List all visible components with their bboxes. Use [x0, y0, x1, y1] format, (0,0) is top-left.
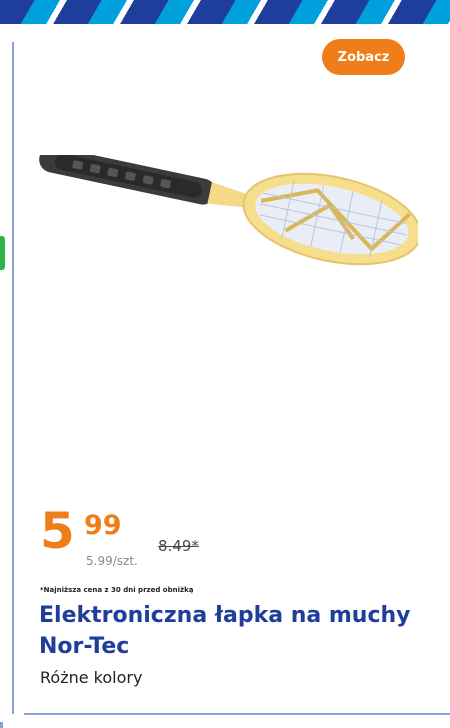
corner-mark [0, 722, 3, 728]
unit-price: 5.99/szt. [86, 554, 138, 568]
lowest-price-note: *Najniższa cena z 30 dni przed obniżką [40, 586, 194, 594]
price-cents: 99 [84, 510, 122, 541]
electric-fly-swatter-image [39, 155, 418, 266]
top-stripe-banner [0, 0, 450, 24]
zobacz-button[interactable]: Zobacz [322, 39, 405, 75]
old-price: 8.49* [158, 537, 199, 555]
product-subtitle: Różne kolory [40, 668, 143, 687]
card-border-bottom [24, 713, 450, 715]
card-border-left [12, 42, 14, 714]
price-integer: 5 [40, 502, 75, 560]
product-title[interactable]: Elektroniczna łapka na muchy Nor-Tec [39, 600, 419, 662]
side-tab-indicator[interactable] [0, 236, 5, 270]
